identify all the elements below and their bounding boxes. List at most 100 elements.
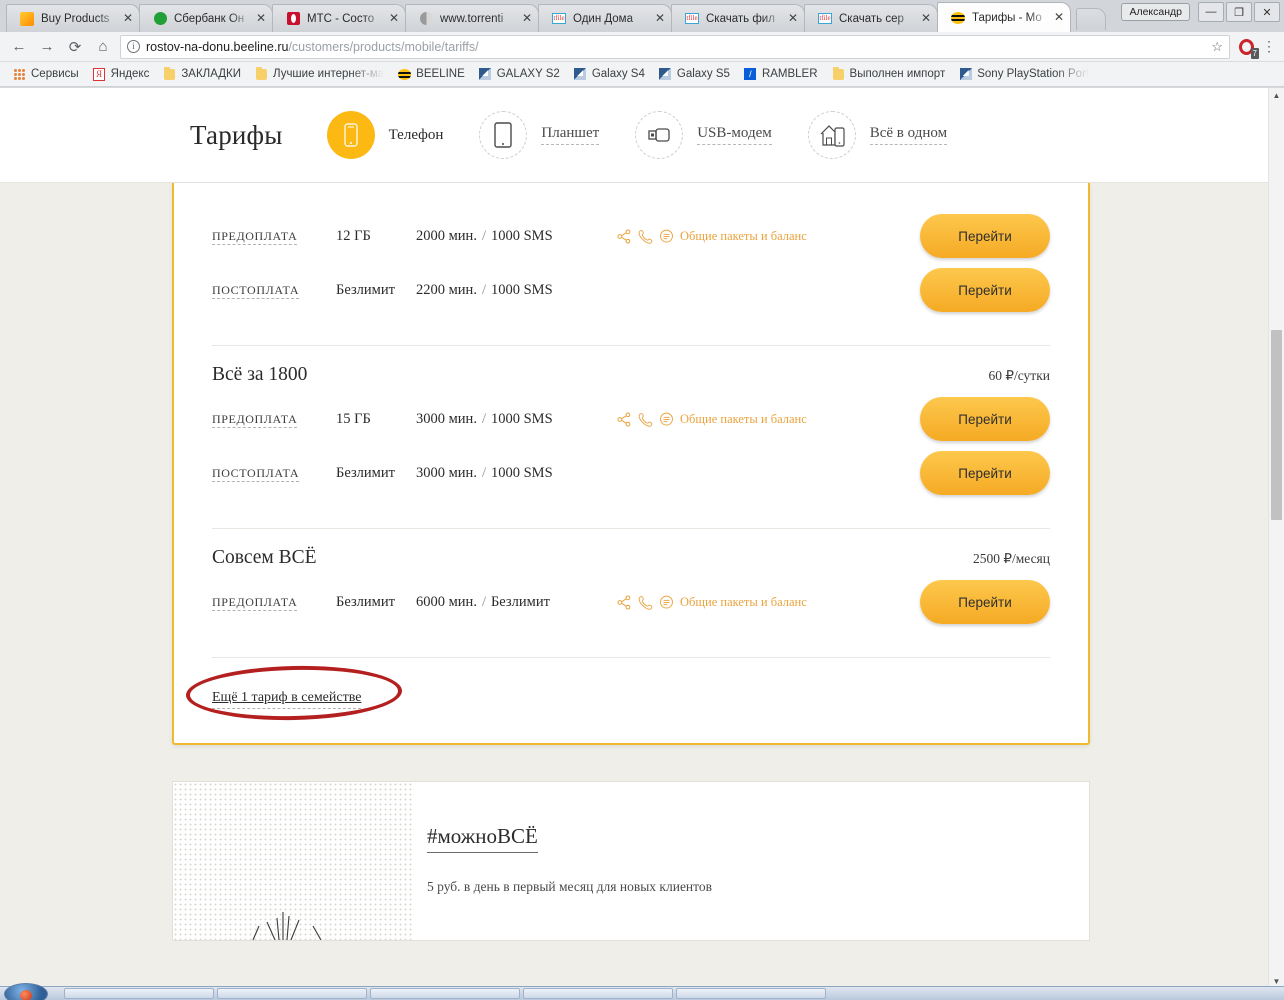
browser-tab[interactable]: www.torrenti ✕	[405, 4, 539, 32]
tab-close-icon[interactable]: ✕	[653, 11, 667, 26]
torrent-icon	[418, 11, 434, 27]
bookmark-item[interactable]: Sony PlayStation Port	[952, 68, 1096, 81]
samsung-icon	[574, 68, 587, 81]
promo-banner[interactable]: #можноВСЁ 5 руб. в день в первый месяц д…	[172, 781, 1090, 941]
go-to-tariff-button[interactable]: Перейти	[920, 580, 1050, 624]
site-info-icon[interactable]: i	[127, 40, 140, 53]
go-button-cell: Перейти	[900, 451, 1050, 495]
tab-close-icon[interactable]: ✕	[121, 11, 135, 26]
go-to-tariff-button[interactable]: Перейти	[920, 451, 1050, 495]
scroll-up-arrow-icon[interactable]: ▲	[1269, 88, 1284, 102]
browser-tab[interactable]: tfile Скачать сер ✕	[804, 4, 938, 32]
tariff-group: Всё за 1800 60 ₽/сутки ПРЕДОПЛАТА 15 ГБ 3000…	[212, 346, 1050, 529]
go-button-cell: Перейти	[900, 214, 1050, 258]
category-phone[interactable]: Телефон	[326, 111, 443, 159]
scrollbar-thumb[interactable]	[1271, 330, 1282, 520]
tab-title: Скачать сер	[839, 12, 904, 25]
taskbar-item[interactable]	[676, 988, 826, 999]
usb-modem-icon	[648, 128, 670, 142]
minutes-sms-cell: 6000 мин. / Безлимит	[416, 594, 616, 611]
home-icon[interactable]: ⌂	[92, 36, 114, 58]
close-window-button[interactable]: ✕	[1254, 2, 1280, 22]
payment-type-cell: ПОСТОПЛАТА	[212, 465, 336, 482]
taskbar-item[interactable]	[64, 988, 214, 999]
data-volume-cell: Безлимит	[336, 281, 395, 298]
bookmark-item[interactable]: Сервисы	[6, 68, 86, 81]
browser-tab[interactable]: Buy Products ✕	[6, 4, 140, 32]
reload-icon[interactable]: ⟳	[64, 36, 86, 58]
browser-tab[interactable]: tfile Скачать фил ✕	[671, 4, 805, 32]
bookmark-item[interactable]: Я Яндекс	[86, 67, 157, 81]
category-usb-modem[interactable]: USB-модем	[635, 111, 772, 159]
browser-tab[interactable]: МТС - Состо ✕	[272, 4, 406, 32]
forward-icon[interactable]: →	[36, 36, 58, 58]
go-to-tariff-button[interactable]: Перейти	[920, 268, 1050, 312]
user-profile-chip[interactable]: Александр	[1121, 3, 1190, 21]
bookmark-item[interactable]: Лучшие интернет-ма	[248, 66, 391, 81]
start-button[interactable]	[4, 983, 48, 1000]
vertical-scrollbar[interactable]: ▲ ▼	[1268, 88, 1284, 988]
go-button-cell: Перейти	[900, 268, 1050, 312]
category-label: Планшет	[541, 125, 600, 145]
payment-type-label[interactable]: ПОСТОПЛАТА	[212, 282, 300, 299]
bookmark-item[interactable]: GALAXY S2	[472, 68, 567, 81]
bookmark-item[interactable]: Galaxy S5	[652, 68, 737, 81]
tariff-row: ПРЕДОПЛАТА Безлимит 6000 мин. / Безлимит Общи…	[212, 579, 1050, 625]
minutes-sms-separator: /	[481, 593, 486, 610]
new-tab-button[interactable]	[1076, 8, 1106, 30]
tablet-icon	[494, 122, 513, 148]
browser-tab[interactable]: tfile Один Дома ✕	[538, 4, 672, 32]
address-bar[interactable]: i rostov-na-donu.beeline.ru/customers/pr…	[120, 34, 1230, 59]
sms-value: 1000 SMS	[490, 227, 553, 244]
payment-type-label[interactable]: ПРЕДОПЛАТА	[212, 594, 298, 611]
back-icon[interactable]: ←	[8, 36, 30, 58]
share-nodes-icon	[617, 594, 631, 610]
beeline-icon	[398, 68, 412, 81]
shared-packages-note[interactable]: Общие пакеты и баланс	[616, 411, 900, 428]
tab-close-icon[interactable]: ✕	[387, 11, 401, 26]
minutes-sms-separator: /	[481, 281, 486, 298]
browser-tab[interactable]: Тарифы - Мо ✕	[937, 2, 1071, 32]
more-tariffs-link[interactable]: Ещё 1 тариф в семействе	[212, 690, 362, 709]
sms-value: Безлимит	[490, 593, 550, 610]
payment-type-label[interactable]: ПРЕДОПЛАТА	[212, 228, 298, 245]
maximize-button[interactable]: ❐	[1226, 2, 1252, 22]
taskbar-item[interactable]	[523, 988, 673, 999]
sms-value: 1000 SMS	[490, 464, 553, 481]
taskbar-item[interactable]	[370, 988, 520, 999]
tariffs-header: Тарифы Телефон Планшет USB-модем Всё в одно…	[0, 88, 1268, 183]
opera-vpn-icon[interactable]: 7	[1236, 37, 1259, 59]
browser-tab[interactable]: Сбербанк Он ✕	[139, 4, 273, 32]
bookmark-item[interactable]: ЗАКЛАДКИ	[156, 66, 248, 81]
shared-packages-note[interactable]: Общие пакеты и баланс	[616, 594, 900, 611]
tab-close-icon[interactable]: ✕	[520, 11, 534, 26]
go-to-tariff-button[interactable]: Перейти	[920, 214, 1050, 258]
tab-close-icon[interactable]: ✕	[919, 11, 933, 26]
go-button-cell: Перейти	[900, 580, 1050, 624]
shared-packages-note[interactable]: Общие пакеты и баланс	[616, 228, 900, 245]
category-home-and-phone[interactable]: Всё в одном	[807, 111, 948, 159]
tariff-price: 2500 ₽/месяц	[972, 551, 1050, 566]
go-to-tariff-button[interactable]: Перейти	[920, 397, 1050, 441]
category-tablet[interactable]: Планшет	[479, 111, 600, 159]
os-taskbar	[0, 983, 1284, 1000]
bookmark-item[interactable]: / RAMBLER	[737, 68, 825, 81]
tab-close-icon[interactable]: ✕	[786, 11, 800, 26]
bookmark-item[interactable]: Galaxy S4	[567, 68, 652, 81]
tab-close-icon[interactable]: ✕	[1052, 10, 1066, 25]
minimize-button[interactable]: —	[1198, 2, 1224, 22]
chrome-menu-icon[interactable]: ⋮	[1262, 38, 1276, 55]
tariff-price: 60 ₽/сутки	[988, 368, 1050, 383]
tab-close-icon[interactable]: ✕	[254, 11, 268, 26]
taskbar-item[interactable]	[217, 988, 367, 999]
bookmark-label: BEELINE	[416, 68, 465, 80]
bookmark-star-icon[interactable]: ☆	[1211, 39, 1223, 55]
bookmark-item[interactable]: Выполнен импорт	[825, 66, 953, 81]
shared-feature-icons	[616, 594, 675, 611]
promo-title[interactable]: #можноВСЁ	[427, 824, 538, 853]
payment-type-label[interactable]: ПОСТОПЛАТА	[212, 465, 300, 482]
promo-subtitle: 5 руб. в день в первый месяц для новых к…	[427, 879, 713, 894]
sms-value: 1000 SMS	[490, 281, 553, 298]
payment-type-label[interactable]: ПРЕДОПЛАТА	[212, 411, 298, 428]
bookmark-item[interactable]: BEELINE	[391, 68, 472, 81]
